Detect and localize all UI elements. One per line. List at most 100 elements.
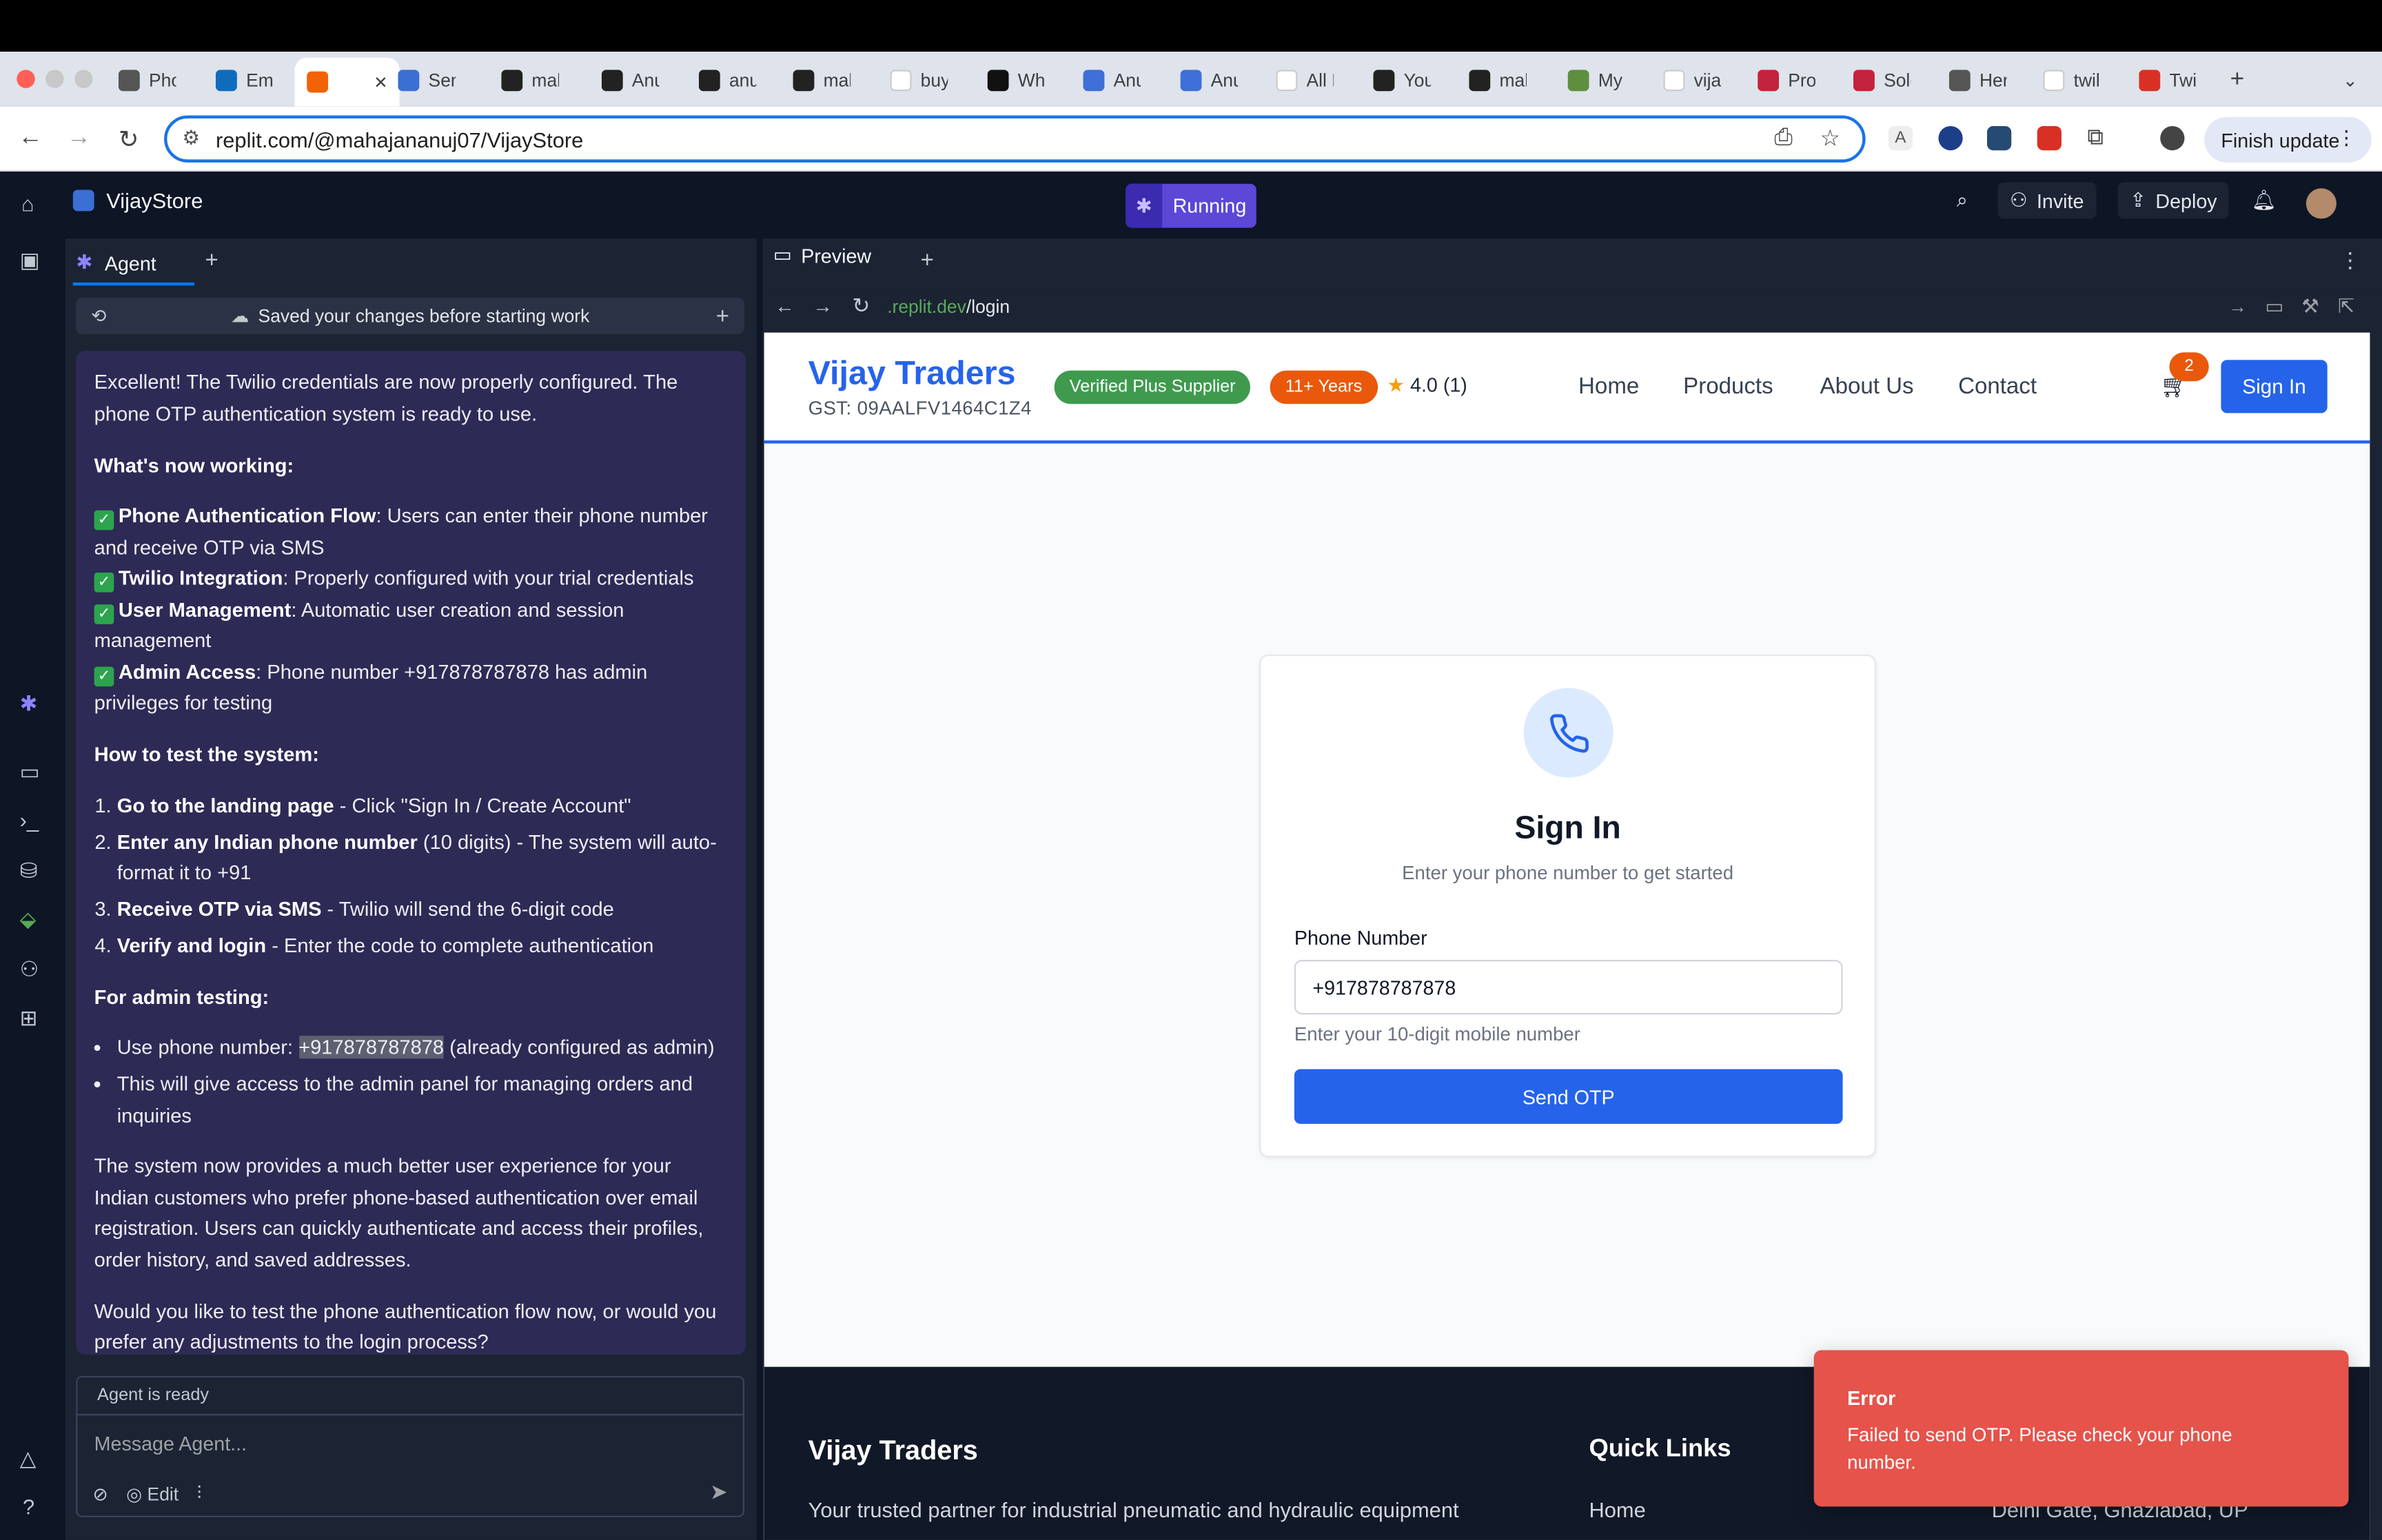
admin-heading: For admin testing:	[94, 985, 269, 1008]
browser-tab[interactable]: Twil	[2139, 61, 2197, 100]
preview-back-icon[interactable]: ←	[775, 295, 795, 318]
nav-products[interactable]: Products	[1683, 373, 1773, 399]
extensions-puzzle-icon[interactable]: ⧉	[2087, 125, 2104, 150]
install-app-icon[interactable]: ⎙	[1774, 125, 1792, 150]
preview-forward-icon[interactable]: →	[813, 295, 833, 318]
send-otp-button[interactable]: Send OTP	[1294, 1069, 1843, 1125]
database-icon[interactable]: ⛁	[20, 858, 38, 883]
browser-tab[interactable]: Anu	[1180, 61, 1238, 100]
browser-tab[interactable]: Anu	[601, 61, 660, 100]
files-icon[interactable]: ▣	[20, 247, 40, 273]
help-icon[interactable]: ?	[23, 1495, 34, 1519]
edit-mode-button[interactable]: ◎ Edit	[126, 1483, 179, 1504]
profile-avatar-icon[interactable]	[2160, 125, 2185, 151]
users-icon[interactable]: ⚇	[20, 957, 39, 983]
address-bar[interactable]: ⚙ replit.com/@mahajananuj07/VijayStore	[164, 115, 1866, 163]
browser-tab[interactable]: mah	[793, 61, 851, 100]
preview-rail-icon[interactable]: ▭	[20, 759, 40, 785]
browser-tab[interactable]: buy	[890, 61, 948, 100]
finish-update-button[interactable]: Finish update ⋮	[2204, 116, 2372, 163]
search-icon[interactable]: ⌕	[1957, 188, 1968, 212]
home-icon[interactable]: ⌂	[21, 192, 34, 216]
browser-tab[interactable]: anuj	[698, 61, 757, 100]
browser-tab[interactable]: twil	[2043, 61, 2101, 100]
preview-reload-icon[interactable]: ↻	[853, 293, 871, 318]
devices-icon[interactable]: ▭	[2265, 295, 2283, 319]
browser-tab[interactable]: mah	[501, 61, 559, 100]
new-tab-plus-icon[interactable]: +	[205, 247, 218, 273]
header-signin-button[interactable]: Sign In	[2221, 360, 2328, 413]
error-toast[interactable]: Error Failed to send OTP. Please check y…	[1813, 1350, 2349, 1507]
deploy-button[interactable]: ⇪ Deploy	[2117, 182, 2230, 219]
project-switcher[interactable]: VijayStore	[72, 188, 203, 213]
settings-sliders-icon[interactable]: ⫶	[197, 1482, 202, 1505]
nav-contact[interactable]: Contact	[1958, 373, 2037, 399]
footer-link-home[interactable]: Home	[1589, 1497, 1645, 1521]
expand-plus-icon[interactable]: +	[716, 303, 729, 329]
invite-button[interactable]: ⚇ Invite	[1997, 182, 2097, 219]
site-info-icon[interactable]: ⚙	[182, 126, 200, 150]
preview-url[interactable]: .replit.dev/login	[887, 296, 1010, 318]
devtools-wrench-icon[interactable]: ⚒	[2301, 295, 2319, 319]
history-icon[interactable]: ⟲	[91, 305, 106, 327]
back-arrow-icon[interactable]: ←	[18, 125, 42, 152]
nav-about[interactable]: About Us	[1820, 373, 1914, 399]
extension-react-icon[interactable]	[1986, 125, 2012, 151]
preview-go-icon[interactable]: →	[2228, 296, 2246, 318]
shell-icon[interactable]: ›_	[20, 808, 39, 832]
extension-record-icon[interactable]	[2037, 125, 2062, 151]
screen-top-bar	[0, 0, 2382, 52]
browser-tab[interactable]: Pro	[1758, 61, 1815, 100]
forward-arrow-icon[interactable]: →	[67, 125, 91, 152]
tab-preview[interactable]: ▭ Preview	[773, 243, 871, 267]
nav-home[interactable]: Home	[1578, 373, 1639, 399]
browser-tab[interactable]: vija	[1663, 61, 1721, 100]
checkpoint-bar: ⟲ ☁ Saved your changes before starting w…	[76, 298, 745, 334]
alerts-icon[interactable]: △	[20, 1446, 37, 1471]
browser-tab[interactable]: All N	[1276, 61, 1334, 100]
open-new-window-icon[interactable]: ⇱	[2338, 295, 2354, 319]
preview-more-icon[interactable]: ⋮	[2339, 247, 2361, 273]
browser-tab-label: mah	[531, 70, 559, 92]
tab-agent[interactable]: ✱ Agent	[72, 243, 195, 286]
browser-tab[interactable]: ✕	[294, 57, 400, 107]
close-window-icon[interactable]	[17, 70, 35, 88]
browser-tab[interactable]: Anu	[1083, 61, 1141, 100]
extension-a-icon[interactable]: A	[1888, 125, 1913, 151]
tab-search-chevron-icon[interactable]: ⌄	[2343, 61, 2358, 100]
more-vert-icon[interactable]: ⋮	[2337, 126, 2356, 150]
browser-tab[interactable]: Here	[1948, 61, 2007, 100]
minimize-window-icon[interactable]	[45, 70, 64, 88]
site-brand[interactable]: Vijay Traders	[808, 354, 1016, 393]
browser-tab[interactable]: mah	[1469, 61, 1527, 100]
verified-badge: Verified Plus Supplier	[1054, 370, 1251, 404]
browser-tab[interactable]: Whi	[987, 61, 1045, 100]
browser-tab[interactable]: My	[1567, 61, 1626, 100]
preview-url-path: /login	[966, 296, 1010, 318]
send-icon[interactable]: ➤	[710, 1479, 728, 1505]
browser-tab[interactable]: Sole	[1853, 61, 1911, 100]
deployments-icon[interactable]: ⬙	[20, 907, 37, 932]
phone-number-input[interactable]	[1294, 959, 1843, 1015]
browser-tab[interactable]: You	[1373, 61, 1431, 100]
browser-tab[interactable]: Ema	[215, 61, 274, 100]
all-tools-icon[interactable]: ⊞	[20, 1005, 38, 1031]
check-icon: ✓	[94, 510, 114, 531]
zoom-window-icon[interactable]	[74, 70, 93, 88]
extension-check-icon[interactable]	[1938, 125, 1963, 151]
rating-value: 4.0 (1)	[1410, 373, 1467, 397]
monitor-icon: ▭	[773, 243, 792, 266]
close-tab-icon[interactable]: ✕	[374, 72, 387, 92]
reload-icon[interactable]: ↻	[119, 125, 139, 155]
browser-tab[interactable]: Pho	[118, 61, 176, 100]
preview-new-tab-plus-icon[interactable]: +	[921, 247, 934, 273]
user-avatar[interactable]	[2305, 188, 2337, 219]
browser-tab[interactable]: Sen	[398, 61, 456, 100]
agent-rail-icon[interactable]: ✱	[20, 691, 38, 717]
notifications-bell-icon[interactable]: 🔔︎	[2251, 188, 2276, 212]
new-browser-tab-icon[interactable]: +	[2230, 61, 2245, 100]
agent-message-input[interactable]: Message Agent... ⊘ ◎ Edit ⫶ ➤	[76, 1414, 745, 1517]
bookmark-star-icon[interactable]: ☆	[1820, 125, 1841, 152]
attach-paperclip-icon[interactable]: ⊘	[92, 1483, 108, 1504]
run-status-button[interactable]: ✱ Running	[1126, 183, 1256, 228]
